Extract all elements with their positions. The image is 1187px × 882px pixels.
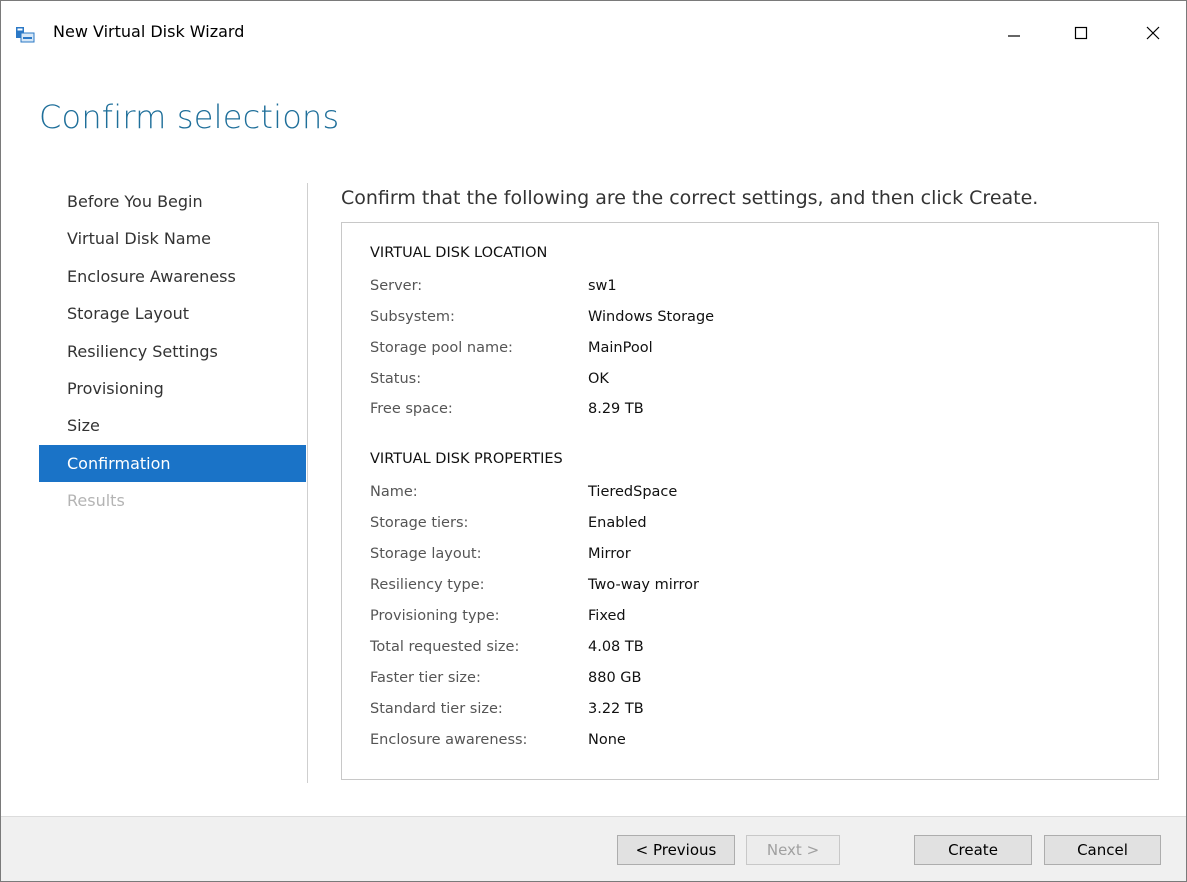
close-button[interactable] [1130,11,1176,55]
row-label: Subsystem: [370,309,455,325]
maximize-button[interactable] [1058,11,1104,55]
button-bar: < Previous Next > Create Cancel [1,816,1186,881]
summary-panel: VIRTUAL DISK LOCATION Server: sw1 Subsys… [341,222,1159,780]
virtual-disk-wizard-icon [15,25,35,43]
nav-item-results: Results [67,491,125,511]
row-label: Provisioning type: [370,608,500,624]
title-bar: New Virtual Disk Wizard [1,1,1186,63]
row-value: Mirror [588,546,631,562]
row-value: MainPool [588,340,653,356]
close-icon [1146,26,1160,40]
section-heading-location: VIRTUAL DISK LOCATION [370,245,548,261]
wizard-nav: Before You Begin Virtual Disk Name Enclo… [39,183,306,520]
row-label: Storage tiers: [370,515,469,531]
wizard-window: New Virtual Disk Wizard Confirm selectio… [0,0,1187,882]
nav-item-confirmation[interactable]: Confirmation [39,444,306,483]
row-label: Server: [370,278,423,294]
row-label: Total requested size: [370,639,520,655]
next-button: Next > [746,835,840,865]
minimize-button[interactable] [991,11,1037,55]
row-label: Enclosure awareness: [370,732,528,748]
previous-button[interactable]: < Previous [617,835,735,865]
cancel-button[interactable]: Cancel [1044,835,1161,865]
row-label: Storage layout: [370,546,482,562]
row-value: TieredSpace [588,484,678,500]
row-value: 8.29 TB [588,401,644,417]
instruction-text: Confirm that the following are the corre… [341,187,1039,209]
nav-item-virtual-disk-name[interactable]: Virtual Disk Name [39,220,306,257]
row-value: sw1 [588,278,617,294]
minimize-icon [1008,35,1020,37]
row-label: Faster tier size: [370,670,481,686]
row-value: Two-way mirror [588,577,699,593]
row-label: Status: [370,371,422,387]
row-value: Enabled [588,515,647,531]
nav-item-provisioning[interactable]: Provisioning [39,370,306,407]
nav-divider [307,183,308,783]
create-button[interactable]: Create [914,835,1032,865]
nav-item-resiliency-settings[interactable]: Resiliency Settings [39,333,306,370]
nav-item-enclosure-awareness[interactable]: Enclosure Awareness [39,258,306,295]
maximize-icon [1074,26,1088,40]
nav-item-storage-layout[interactable]: Storage Layout [39,295,306,332]
row-value: 4.08 TB [588,639,644,655]
nav-item-size[interactable]: Size [39,407,306,444]
row-label: Free space: [370,401,453,417]
row-value: Windows Storage [588,309,715,325]
row-value: Fixed [588,608,626,624]
row-value: 3.22 TB [588,701,644,717]
row-label: Name: [370,484,418,500]
page-title: Confirm selections [39,98,340,136]
row-value: 880 GB [588,670,642,686]
row-value: None [588,732,626,748]
section-heading-properties: VIRTUAL DISK PROPERTIES [370,451,563,467]
window-title: New Virtual Disk Wizard [53,22,245,41]
row-value: OK [588,371,609,387]
nav-item-before-you-begin[interactable]: Before You Begin [39,183,306,220]
row-label: Storage pool name: [370,340,513,356]
row-label: Standard tier size: [370,701,503,717]
row-label: Resiliency type: [370,577,485,593]
